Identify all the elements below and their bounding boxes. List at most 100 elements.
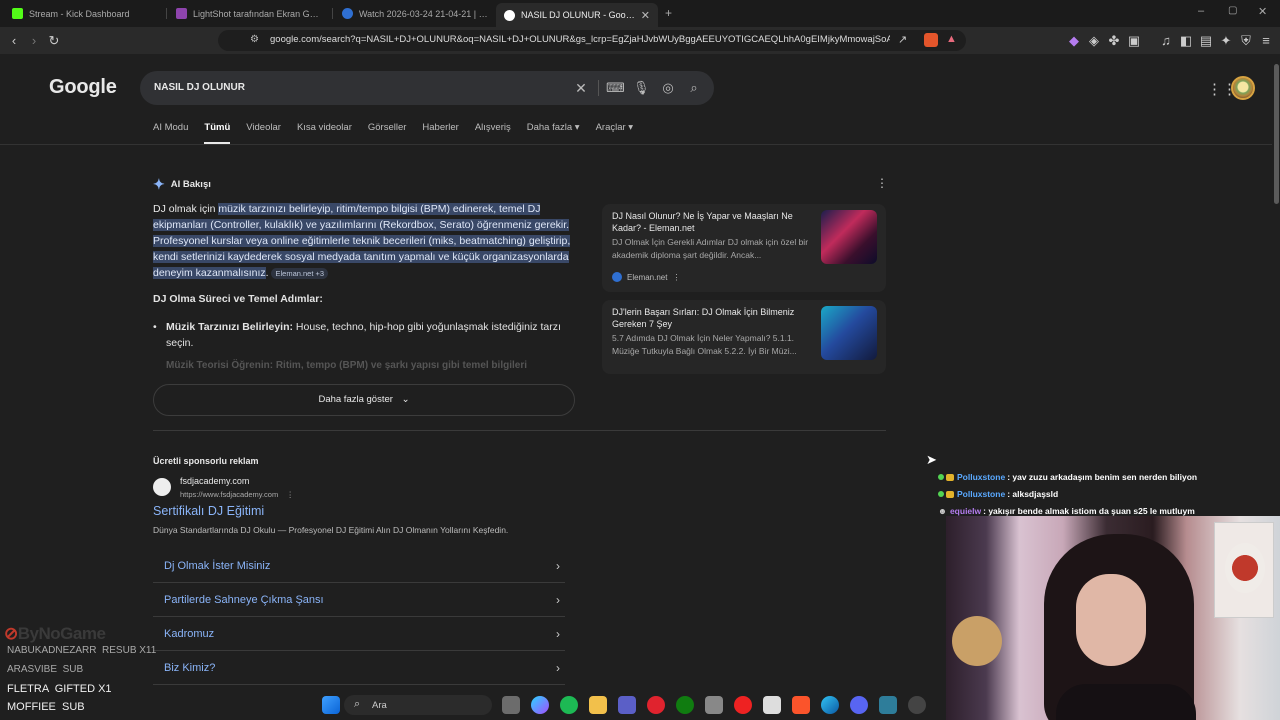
- opera-icon[interactable]: [647, 696, 665, 714]
- back-icon[interactable]: ‹: [6, 33, 22, 48]
- extensions-puzzle-icon[interactable]: ✤: [1106, 33, 1122, 48]
- extension-icon[interactable]: ▣: [1126, 33, 1142, 48]
- tab-short-videos[interactable]: Kısa videolar: [297, 122, 352, 145]
- keyboard-icon[interactable]: ⌨: [606, 80, 625, 96]
- file-explorer-icon[interactable]: [589, 696, 607, 714]
- ad-title-link[interactable]: Sertifikalı DJ Eğitimi: [153, 504, 264, 518]
- dj-thumbnail-image: [821, 306, 877, 360]
- stream-icon: [342, 8, 353, 19]
- mouse-cursor-icon: ➤: [926, 452, 937, 467]
- divider: [153, 430, 886, 431]
- ai-overview-heading: ✦ AI Bakışı: [153, 176, 211, 192]
- robot-badge-icon: ☻: [938, 506, 947, 516]
- ad-description: Dünya Standartlarında DJ Okulu — Profesy…: [153, 525, 509, 535]
- reload-icon[interactable]: ↻: [46, 33, 62, 48]
- edge-icon[interactable]: [821, 696, 839, 714]
- webcam-feed: [946, 516, 1280, 720]
- kick-icon: [12, 8, 23, 19]
- brave-rewards-icon[interactable]: ▲: [946, 33, 957, 45]
- search-icon: ⌕: [354, 698, 361, 710]
- new-tab-button[interactable]: +: [665, 6, 672, 20]
- brave-icon[interactable]: [792, 696, 810, 714]
- more-options-icon[interactable]: ⋮: [876, 176, 888, 190]
- google-icon: [504, 9, 515, 21]
- browser-tab[interactable]: Stream - Kick Dashboard: [4, 2, 166, 25]
- ai-list-item: • Müzik Tarzınızı Belirleyin: House, tec…: [153, 321, 561, 349]
- avatar[interactable]: [1231, 76, 1255, 100]
- google-logo[interactable]: Google: [49, 76, 117, 99]
- task-view-icon[interactable]: [502, 696, 520, 714]
- app-icon[interactable]: [763, 696, 781, 714]
- discord-icon[interactable]: [850, 696, 868, 714]
- site-info-icon[interactable]: ⚙: [250, 34, 259, 45]
- lens-icon[interactable]: ◎: [660, 80, 676, 96]
- stream-event: ARASVIBE SUB: [7, 664, 84, 675]
- tab-videos[interactable]: Videolar: [246, 122, 281, 145]
- ad-url: https://www.fsdjacademy.com ⋮: [180, 490, 294, 499]
- maximize-icon[interactable]: ▢: [1228, 5, 1237, 16]
- microphone-icon[interactable]: 🎙: [633, 80, 650, 96]
- wallet-icon[interactable]: ▤: [1198, 33, 1214, 48]
- more-options-icon[interactable]: ⋮: [672, 273, 680, 282]
- chat-message: Polluxstone : yav zuzu arkadaşım benim s…: [938, 472, 1197, 482]
- minimize-icon[interactable]: –: [1198, 5, 1204, 17]
- browser-tab[interactable]: Watch 2026-03-24 21-04-21 | Stream: [334, 2, 496, 25]
- sidebar-icon[interactable]: ◧: [1178, 33, 1194, 48]
- ad-site-name[interactable]: fsdjacademy.com: [180, 476, 249, 486]
- sitelink[interactable]: Biz Kimiz? ›: [153, 651, 565, 685]
- browser-tab-active[interactable]: NASIL DJ OLUNUR - Google'da Ara ✕: [496, 3, 658, 27]
- sitelink[interactable]: Dj Olmak İster Misiniz ›: [153, 549, 565, 583]
- close-tab-icon[interactable]: ✕: [641, 9, 650, 22]
- app-icon[interactable]: [734, 696, 752, 714]
- more-options-icon[interactable]: ⋮: [286, 490, 294, 499]
- windows-start-icon[interactable]: [322, 696, 340, 714]
- app-icon[interactable]: [879, 696, 897, 714]
- tab-ai-mode[interactable]: AI Modu: [153, 122, 188, 145]
- tab-tools[interactable]: Araçlar ▾: [596, 122, 634, 145]
- brave-shield-icon[interactable]: [924, 33, 938, 47]
- teams-icon[interactable]: [618, 696, 636, 714]
- source-card[interactable]: DJ'lerin Başarı Sırları: DJ Olmak İçin B…: [602, 300, 886, 374]
- sitelink[interactable]: Kadromuz ›: [153, 617, 565, 651]
- tab-more[interactable]: Daha fazla ▾: [527, 122, 580, 145]
- media-icon[interactable]: ♫: [1158, 33, 1174, 48]
- browser-toolbar: ‹ › ↻ ⌑ ⚙ google.com/search?q=NASIL+DJ+O…: [0, 27, 1280, 54]
- sitelink[interactable]: Partilerde Sahneye Çıkma Şansı ›: [153, 583, 565, 617]
- forward-icon[interactable]: ›: [26, 33, 42, 48]
- xbox-icon[interactable]: [676, 696, 694, 714]
- chat-message: Polluxstone : alksdjaşsld: [938, 489, 1058, 499]
- source-chip[interactable]: Eleman.net +3: [271, 268, 329, 279]
- eleman-favicon: [612, 272, 622, 282]
- stream-event: FLETRA GIFTED X1: [7, 683, 112, 695]
- lightshot-icon: [176, 8, 187, 19]
- share-icon[interactable]: ↗: [898, 33, 907, 46]
- ai-subheading: DJ Olma Süreci ve Temel Adımlar:: [153, 293, 323, 305]
- close-window-icon[interactable]: ✕: [1258, 5, 1267, 18]
- obs-icon[interactable]: [908, 696, 926, 714]
- menu-icon[interactable]: ≡: [1258, 33, 1274, 48]
- tab-images[interactable]: Görseller: [368, 122, 407, 145]
- source-card[interactable]: DJ Nasıl Olunur? Ne İş Yapar ve Maaşları…: [602, 204, 886, 292]
- wall-poster: [1214, 522, 1274, 618]
- tab-shopping[interactable]: Alışveriş: [475, 122, 511, 145]
- address-bar[interactable]: ⚙ google.com/search?q=NASIL+DJ+OLUNUR&oq…: [218, 30, 966, 51]
- search-input[interactable]: NASIL DJ OLUNUR ✕ ⌨ 🎙 ◎ ⌕: [140, 71, 714, 105]
- taskbar-search[interactable]: ⌕ Ara: [344, 695, 492, 715]
- show-more-button[interactable]: Daha fazla göster ⌄: [153, 384, 575, 416]
- app-icon[interactable]: [560, 696, 578, 714]
- chat-message: ☻ equielw : yakışır bende almak istiom d…: [938, 506, 1195, 516]
- search-icon[interactable]: ⌕: [686, 80, 702, 96]
- extension-icon[interactable]: ◆: [1066, 33, 1082, 48]
- vpn-icon[interactable]: ⛨: [1238, 33, 1254, 48]
- clear-icon[interactable]: ✕: [573, 80, 589, 96]
- verified-badge-icon: [938, 491, 944, 497]
- copilot-icon[interactable]: [531, 696, 549, 714]
- subscriber-badge-icon: [946, 490, 954, 498]
- browser-tab[interactable]: LightShot tarafından Ekran Görüntüsü: [168, 2, 330, 25]
- app-icon[interactable]: [705, 696, 723, 714]
- tab-news[interactable]: Haberler: [422, 122, 458, 145]
- tab-all[interactable]: Tümü: [204, 122, 231, 145]
- verified-badge-icon: [938, 474, 944, 480]
- extension-icon[interactable]: ◈: [1086, 33, 1102, 48]
- leo-ai-icon[interactable]: ✦: [1218, 33, 1234, 48]
